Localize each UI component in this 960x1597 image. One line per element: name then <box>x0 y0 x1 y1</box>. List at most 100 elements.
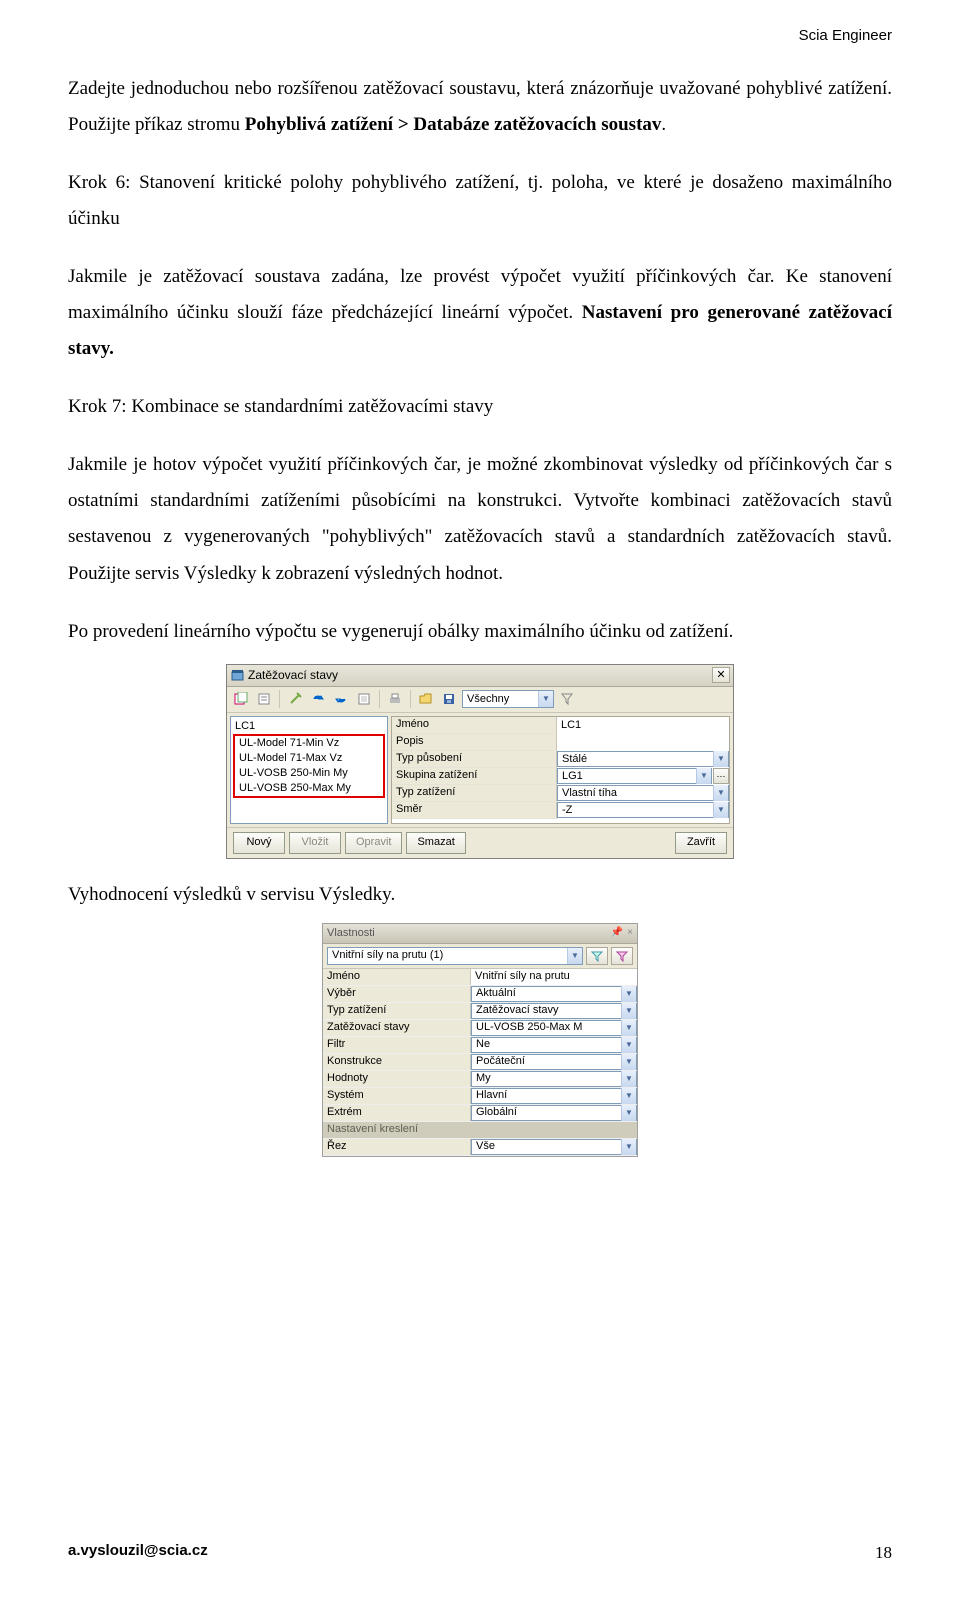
toolbar-btn-5[interactable] <box>331 689 351 709</box>
list-item[interactable]: UL-VOSB 250-Min My <box>235 766 383 781</box>
panel-value: Aktuální <box>476 987 516 1000</box>
prop-label: Jméno <box>392 717 557 734</box>
panel-row: ExtrémGlobální▼ <box>323 1105 637 1122</box>
chevron-down-icon: ▼ <box>621 1020 636 1036</box>
toolbar-filter-value: Všechny <box>467 693 509 706</box>
panel-icon-btn-2[interactable] <box>611 947 633 965</box>
prop-combo[interactable]: Stálé▼ <box>557 751 729 767</box>
paragraph-3: Jakmile je zatěžovací soustava zadána, l… <box>68 259 892 367</box>
panel-label: Řez <box>323 1139 471 1155</box>
toolbar-btn-1[interactable] <box>231 689 251 709</box>
chevron-down-icon: ▼ <box>621 1071 636 1087</box>
insert-button[interactable]: Vložit <box>289 832 341 854</box>
panel-value: Počáteční <box>476 1055 525 1068</box>
chevron-down-icon: ▼ <box>621 986 636 1002</box>
prop-combo[interactable]: -Z ▼ <box>557 802 729 818</box>
panel-value: Vše <box>476 1140 495 1153</box>
prop-extra-button[interactable]: ⋯ <box>713 768 729 784</box>
paragraph-7: Vyhodnocení výsledků v servisu Výsledky. <box>68 877 892 913</box>
toolbar-btn-funnel[interactable] <box>557 689 577 709</box>
panel-combo[interactable]: Hlavní▼ <box>471 1088 637 1104</box>
panel-value: Ne <box>476 1038 490 1051</box>
prop-label: Typ působení <box>392 751 557 768</box>
panel-value: UL-VOSB 250-Max M <box>476 1021 582 1034</box>
prop-row: Jméno LC1 <box>392 717 729 734</box>
panel-row: Typ zatíženíZatěžovací stavy▼ <box>323 1003 637 1020</box>
edit-button[interactable]: Opravit <box>345 832 402 854</box>
prop-row: Skupina zatížení LG1 ▼ ⋯ <box>392 768 729 785</box>
panel-row: Zatěžovací stavyUL-VOSB 250-Max M▼ <box>323 1020 637 1037</box>
close-icon: ✕ <box>716 669 725 682</box>
list-item[interactable]: UL-VOSB 250-Max My <box>235 781 383 796</box>
list-item[interactable]: LC1 <box>231 719 387 734</box>
toolbar-btn-print[interactable] <box>385 689 405 709</box>
chevron-down-icon: ▼ <box>713 802 728 818</box>
prop-combo[interactable]: LG1 ▼ <box>557 768 712 784</box>
page-footer: a.vyslouzil@scia.cz 18 <box>68 1537 892 1569</box>
panel-value[interactable]: Vnitřní síly na prutu <box>471 970 574 983</box>
panel-combo[interactable]: Počáteční ▼ <box>471 1054 637 1070</box>
paragraph-4: Krok 7: Kombinace se standardními zatěžo… <box>68 389 892 425</box>
panel-icon-btn-1[interactable] <box>586 947 608 965</box>
panel-row: SystémHlavní▼ <box>323 1088 637 1105</box>
panel-combo[interactable]: Vše ▼ <box>471 1139 637 1155</box>
list-item[interactable]: UL-Model 71-Max Vz <box>235 751 383 766</box>
prop-value: -Z <box>562 804 572 817</box>
prop-value[interactable]: LC1 <box>557 719 729 732</box>
p1-text-c: . <box>661 114 666 135</box>
prop-label: Typ zatížení <box>392 785 557 802</box>
panel-combo[interactable]: Ne▼ <box>471 1037 637 1053</box>
new-button[interactable]: Nový <box>233 832 285 854</box>
properties-panel: Vlastnosti 📌 × Vnitřní síly na prutu (1)… <box>322 923 638 1157</box>
delete-button[interactable]: Smazat <box>406 832 465 854</box>
pin-icon[interactable]: 📌 <box>611 927 623 939</box>
prop-value: LG1 <box>562 770 583 783</box>
panel-row: JménoVnitřní síly na prutu <box>323 969 637 986</box>
panel-combo[interactable]: My ▼ <box>471 1071 637 1087</box>
panel-property-grid: JménoVnitřní síly na prutu VýběrAktuální… <box>323 969 637 1156</box>
prop-label: Popis <box>392 734 557 751</box>
panel-combo[interactable]: Zatěžovací stavy▼ <box>471 1003 637 1019</box>
close-dialog-button[interactable]: Zavřít <box>675 832 727 854</box>
prop-value: Vlastní tíha <box>562 787 617 800</box>
panel-value: My <box>476 1072 491 1085</box>
list-item[interactable]: UL-Model 71-Min Vz <box>235 736 383 751</box>
toolbar-btn-4[interactable] <box>308 689 328 709</box>
toolbar-btn-save[interactable] <box>439 689 459 709</box>
prop-label: Skupina zatížení <box>392 768 557 785</box>
toolbar-btn-6[interactable] <box>354 689 374 709</box>
prop-combo[interactable]: Vlastní tíha ▼ <box>557 785 729 801</box>
panel-combo[interactable]: UL-VOSB 250-Max M ▼ <box>471 1020 637 1036</box>
chevron-down-icon: ▼ <box>567 948 582 964</box>
panel-label: Výběr <box>323 986 471 1002</box>
toolbar-btn-open[interactable] <box>416 689 436 709</box>
toolbar-btn-3[interactable] <box>285 689 305 709</box>
close-button[interactable]: ✕ <box>712 667 730 683</box>
panel-label: Extrém <box>323 1105 471 1121</box>
panel-combo[interactable]: Globální▼ <box>471 1105 637 1121</box>
panel-section-row: Nastavení kreslení <box>323 1122 637 1139</box>
panel-value: Globální <box>476 1106 517 1119</box>
property-grid: Jméno LC1 Popis Typ působení Stálé▼ Skup… <box>391 716 730 824</box>
panel-section-label: Nastavení kreslení <box>323 1122 637 1138</box>
toolbar-filter-combo[interactable]: Všechny ▼ <box>462 690 554 708</box>
panel-label: Systém <box>323 1088 471 1104</box>
chevron-down-icon: ▼ <box>621 1088 636 1104</box>
footer-email: a.vyslouzil@scia.cz <box>68 1537 208 1569</box>
panel-selector-combo[interactable]: Vnitřní síly na prutu (1) ▼ <box>327 947 583 965</box>
panel-close-icon[interactable]: × <box>627 927 633 939</box>
dialog-title: Zatěžovací stavy <box>248 668 338 682</box>
panel-row: HodnotyMy▼ <box>323 1071 637 1088</box>
panel-combo[interactable]: Aktuální ▼ <box>471 986 637 1002</box>
panel-selector-value: Vnitřní síly na prutu (1) <box>332 949 443 962</box>
load-case-listbox[interactable]: LC1 UL-Model 71-Min Vz UL-Model 71-Max V… <box>230 716 388 824</box>
header-app-name: Scia Engineer <box>68 22 892 51</box>
toolbar-btn-2[interactable] <box>254 689 274 709</box>
p1-text-b: Pohyblivá zatížení > Databáze zatěžovací… <box>245 114 662 135</box>
chevron-down-icon: ▼ <box>621 1139 636 1155</box>
prop-row: Směr -Z▼ <box>392 802 729 819</box>
chevron-down-icon: ▼ <box>696 768 711 784</box>
chevron-down-icon: ▼ <box>713 785 728 801</box>
chevron-down-icon: ▼ <box>621 1054 636 1070</box>
panel-selector-row: Vnitřní síly na prutu (1) ▼ <box>323 944 637 969</box>
